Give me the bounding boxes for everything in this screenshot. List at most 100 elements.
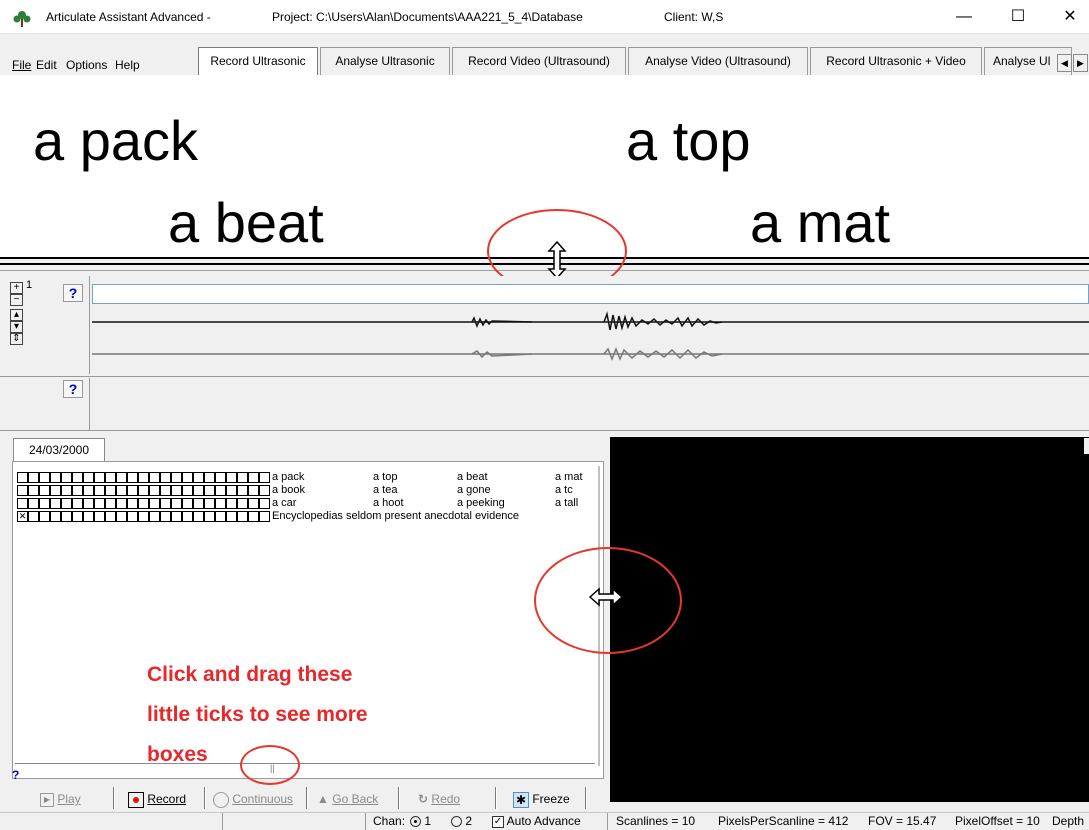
repetition-checkbox[interactable] [204, 511, 215, 522]
repetition-checkbox[interactable] [138, 498, 149, 509]
tab-record-ultrasonic-video[interactable]: Record Ultrasonic + Video [810, 47, 982, 75]
repetition-checkbox[interactable] [28, 511, 39, 522]
repetition-checkbox[interactable] [182, 485, 193, 496]
repetition-checkbox[interactable] [160, 498, 171, 509]
repetition-checkbox[interactable] [160, 485, 171, 496]
repetition-checkbox[interactable] [204, 485, 215, 496]
repetition-checkbox[interactable] [50, 485, 61, 496]
repetition-checkbox[interactable] [28, 498, 39, 509]
tab-record-ultrasonic[interactable]: Record Ultrasonic [198, 47, 318, 75]
maximize-button[interactable]: ☐ [996, 0, 1040, 34]
repetition-checkbox[interactable] [72, 472, 83, 483]
tab-scroll-right-icon[interactable]: ▶ [1073, 54, 1088, 72]
repetition-checkbox[interactable] [182, 472, 193, 483]
repetition-checkbox[interactable] [226, 498, 237, 509]
repetition-checkbox[interactable] [138, 472, 149, 483]
repetition-checkbox[interactable] [127, 485, 138, 496]
repetition-checkbox[interactable] [50, 498, 61, 509]
repetition-checkbox[interactable] [226, 485, 237, 496]
go-back-button[interactable]: ▲ Go Back [317, 787, 378, 811]
scroll-up-button[interactable]: ▴ [10, 309, 23, 321]
repetition-checkbox[interactable] [105, 485, 116, 496]
repetition-checkbox[interactable] [72, 511, 83, 522]
repetition-checkbox[interactable] [149, 511, 160, 522]
repetition-checkbox[interactable] [259, 485, 270, 496]
repetition-checkbox[interactable] [215, 511, 226, 522]
list-item[interactable]: a pack a top a beat a mat [17, 471, 597, 484]
repetition-checkbox[interactable] [171, 511, 182, 522]
repetition-checkbox[interactable] [50, 511, 61, 522]
repetition-checkbox[interactable] [193, 472, 204, 483]
repetition-checkbox[interactable] [116, 472, 127, 483]
repetition-checkbox[interactable] [149, 472, 160, 483]
auto-advance-checkbox[interactable]: ✓ Auto Advance [492, 812, 581, 830]
continuous-button[interactable]: Continuous [213, 787, 293, 811]
repetition-checkbox[interactable] [215, 498, 226, 509]
scale-button[interactable]: ⇕ [10, 333, 23, 345]
list-item[interactable]: ✕ Encyclopedias seldom present anecdotal … [17, 510, 597, 523]
repetition-checkbox[interactable] [17, 485, 28, 496]
tab-analyse-video-ultrasound[interactable]: Analyse Video (Ultrasound) [628, 47, 808, 75]
repetition-checkbox[interactable] [160, 472, 171, 483]
repetition-checkbox[interactable] [116, 498, 127, 509]
repetition-checkbox[interactable] [83, 472, 94, 483]
repetition-checkbox[interactable] [105, 472, 116, 483]
zoom-out-button[interactable]: − [10, 294, 23, 306]
zoom-in-button[interactable]: + [10, 282, 23, 294]
repetition-checkbox[interactable] [204, 472, 215, 483]
repetition-checkbox[interactable] [105, 498, 116, 509]
repetition-checkbox[interactable] [116, 511, 127, 522]
repetition-checkbox[interactable] [193, 485, 204, 496]
repetition-checkbox[interactable] [237, 472, 248, 483]
repetition-checkbox[interactable] [94, 472, 105, 483]
menu-edit[interactable]: Edit [36, 58, 57, 72]
repetition-checkbox[interactable] [215, 472, 226, 483]
repetition-checkbox[interactable] [17, 498, 28, 509]
repetition-checkbox[interactable] [127, 511, 138, 522]
menu-help[interactable]: Help [115, 58, 140, 72]
repetition-checkbox[interactable] [193, 498, 204, 509]
repetition-checkbox[interactable] [105, 511, 116, 522]
repetition-checkbox[interactable] [61, 472, 72, 483]
repetition-checkbox[interactable] [171, 485, 182, 496]
repetition-checkbox[interactable] [127, 498, 138, 509]
list-item[interactable]: a car a hoot a peeking a tall [17, 497, 597, 510]
repetition-checkbox[interactable] [248, 485, 259, 496]
repetition-checkbox[interactable] [215, 485, 226, 496]
repetition-checkbox[interactable] [94, 485, 105, 496]
repetition-checkbox[interactable] [116, 485, 127, 496]
repetition-checkbox[interactable] [226, 511, 237, 522]
repetition-checkbox[interactable] [237, 498, 248, 509]
list-item[interactable]: a book a tea a gone a tc [17, 484, 597, 497]
repetition-checkbox[interactable] [50, 472, 61, 483]
repetition-checkbox[interactable] [138, 485, 149, 496]
repetition-checkbox[interactable] [226, 472, 237, 483]
freeze-button[interactable]: ✱ Freeze [513, 787, 570, 811]
repetition-checkbox[interactable] [237, 511, 248, 522]
repetition-checkbox[interactable] [61, 485, 72, 496]
repetition-checkbox[interactable] [127, 472, 138, 483]
repetition-checkbox[interactable] [259, 511, 270, 522]
channel-2-radio[interactable]: 2 [451, 812, 472, 830]
repetition-checkbox[interactable] [160, 511, 171, 522]
menu-file[interactable]: File [12, 58, 31, 72]
repetition-checkbox[interactable] [248, 472, 259, 483]
repetition-checkbox[interactable] [83, 498, 94, 509]
repetition-checkbox[interactable] [39, 511, 50, 522]
repetition-checkbox[interactable] [39, 485, 50, 496]
repetition-checkbox[interactable] [248, 511, 259, 522]
repetition-checkbox[interactable] [248, 498, 259, 509]
play-button[interactable]: ▶ Play [40, 787, 81, 811]
repetition-checkbox[interactable] [204, 498, 215, 509]
repetition-checkbox[interactable] [72, 498, 83, 509]
repetition-checkbox[interactable] [171, 472, 182, 483]
repetition-checkbox[interactable] [259, 498, 270, 509]
record-button[interactable]: Record [128, 787, 186, 811]
help-button[interactable]: ? [63, 380, 83, 398]
repetition-checkbox[interactable] [28, 485, 39, 496]
repetition-checkbox[interactable] [237, 485, 248, 496]
video-corner-handle[interactable] [1084, 438, 1089, 454]
repetition-checkbox[interactable] [149, 498, 160, 509]
repetition-checkbox[interactable] [94, 511, 105, 522]
tab-analyse-ultrasonic[interactable]: Analyse Ultrasonic [320, 47, 450, 75]
